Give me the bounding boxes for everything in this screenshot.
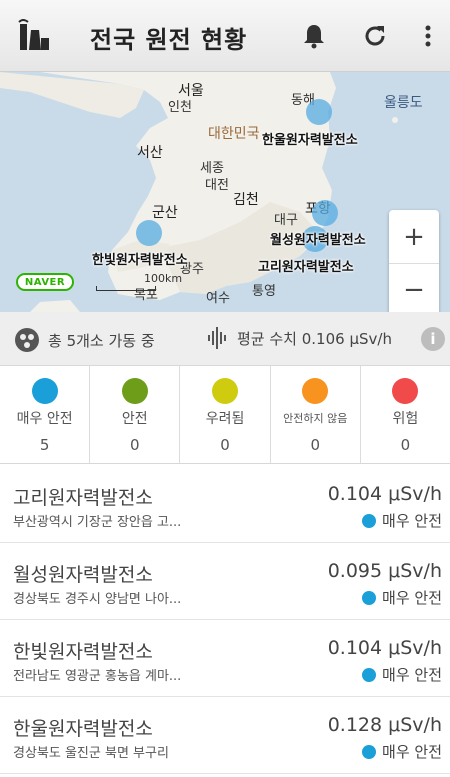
- status-dot: [362, 744, 377, 759]
- level-count: 0: [130, 436, 140, 454]
- map-label-gimcheon: 김천: [233, 192, 259, 208]
- level-label: 안전: [121, 411, 148, 427]
- level-dot: [212, 378, 238, 404]
- status-dot: [362, 667, 377, 682]
- more-vert-icon: [425, 25, 431, 47]
- level-count: 0: [220, 436, 230, 454]
- plant-address: 경상북도 경주시 양남면 나아...: [13, 592, 182, 607]
- map-marker-hanbit[interactable]: [136, 220, 162, 246]
- safety-level-grid: 매우 안전 5 안전 0 우려됨 0 안전하지 않음 0 위험 0: [0, 366, 450, 464]
- status-label: 매우 안전: [382, 666, 442, 684]
- refresh-icon: [365, 26, 385, 46]
- level-count: 0: [310, 436, 320, 454]
- level-concerning[interactable]: 우려됨 0: [180, 366, 271, 463]
- level-unsafe[interactable]: 안전하지 않음 0: [271, 366, 361, 463]
- level-safe[interactable]: 안전 0: [90, 366, 181, 463]
- level-very-safe[interactable]: 매우 안전 5: [0, 366, 91, 463]
- plant-radiation-value: 0.104 μSv/h: [327, 637, 442, 659]
- status-dot: [362, 590, 377, 605]
- plant-name: 한울원자력발전소: [13, 718, 153, 740]
- plant-address: 경상북도 울진군 북면 부구리: [13, 746, 169, 761]
- plant-address: 전라남도 영광군 홍농읍 계마...: [13, 669, 182, 684]
- level-label: 매우 안전: [16, 411, 73, 427]
- naver-logo: NAVER: [16, 273, 74, 291]
- app-bar: 전국 원전 현황: [0, 0, 450, 72]
- level-count: 0: [400, 436, 411, 454]
- zoom-control: + −: [389, 210, 439, 312]
- level-dot: [121, 378, 148, 404]
- level-dot: [302, 378, 329, 404]
- plant-name: 고리원자력발전소: [13, 487, 153, 509]
- map-marker-wolseong[interactable]: [312, 200, 338, 226]
- plant-row-kori[interactable]: 고리원자력발전소 부산광역시 기장군 장안읍 고... 0.104 μSv/h …: [0, 466, 450, 543]
- status-label: 매우 안전: [382, 512, 442, 530]
- summary-bar: 총 5개소 가동 중 평균 수치 0.106 μSv/h i: [0, 312, 450, 366]
- map-view[interactable]: 서울 인천 동해 울릉도 대한민국 서산 세종 대전 김천 군산 포항 대구 광…: [0, 72, 450, 312]
- level-label: 위험: [392, 411, 419, 427]
- map-label-daegu: 대구: [274, 213, 298, 228]
- zoom-out-button[interactable]: −: [389, 263, 439, 312]
- map-plant-label-wolseong[interactable]: 월성원자력발전소: [270, 229, 366, 248]
- map-scale-bar: [96, 286, 156, 291]
- plant-radiation-value: 0.128 μSv/h: [327, 714, 442, 736]
- refresh-button[interactable]: [359, 20, 391, 52]
- operating-count-text: 총 5개소 가동 중: [48, 331, 155, 350]
- radiation-icon: [15, 328, 39, 352]
- plant-radiation-value: 0.095 μSv/h: [327, 560, 442, 582]
- more-options-button[interactable]: [412, 20, 444, 52]
- plant-list: 고리원자력발전소 부산광역시 기장군 장안읍 고... 0.104 μSv/h …: [0, 466, 450, 774]
- map-label-tongyeong: 통영: [252, 284, 276, 299]
- map-label-yeosu: 여수: [206, 291, 230, 306]
- level-label: 우려됨: [205, 411, 245, 427]
- plant-row-wolseong[interactable]: 월성원자력발전소 경상북도 경주시 양남면 나아... 0.095 μSv/h …: [0, 543, 450, 620]
- level-danger[interactable]: 위험 0: [361, 366, 450, 463]
- status-dot: [362, 513, 377, 528]
- plant-status: 매우 안전: [362, 587, 442, 608]
- bell-icon: [304, 25, 324, 49]
- plant-address: 부산광역시 기장군 장안읍 고...: [13, 515, 182, 530]
- map-label-incheon: 인천: [168, 100, 192, 115]
- map-plant-label-hanul[interactable]: 한울원자력발전소: [262, 129, 358, 148]
- info-button[interactable]: i: [421, 327, 445, 351]
- map-label-ulleungdo: 울릉도: [384, 95, 423, 111]
- map-scale: 100km: [96, 272, 183, 291]
- map-scale-label: 100km: [144, 272, 183, 285]
- plant-status: 매우 안전: [362, 510, 442, 531]
- waveform-icon: [208, 327, 226, 349]
- status-label: 매우 안전: [382, 589, 442, 607]
- map-label-gunsan: 군산: [152, 205, 178, 221]
- plant-row-hanbit[interactable]: 한빛원자력발전소 전라남도 영광군 홍농읍 계마... 0.104 μSv/h …: [0, 620, 450, 697]
- level-label: 안전하지 않음: [283, 412, 348, 425]
- plant-status: 매우 안전: [362, 664, 442, 685]
- plant-status: 매우 안전: [362, 741, 442, 762]
- map-label-seosan: 서산: [137, 145, 163, 161]
- average-summary: 평균 수치 0.106 μSv/h: [207, 327, 392, 349]
- map-marker-hanul[interactable]: [306, 99, 332, 125]
- status-label: 매우 안전: [382, 743, 442, 761]
- plant-name: 월성원자력발전소: [13, 564, 153, 586]
- zoom-in-button[interactable]: +: [389, 210, 439, 263]
- level-dot: [31, 378, 58, 404]
- level-dot: [392, 378, 419, 404]
- notifications-button[interactable]: [298, 20, 330, 52]
- plant-row-hanul[interactable]: 한울원자력발전소 경상북도 울진군 북면 부구리 0.128 μSv/h 매우 …: [0, 697, 450, 774]
- plant-radiation-value: 0.104 μSv/h: [327, 483, 442, 505]
- average-value-text: 평균 수치 0.106 μSv/h: [237, 329, 392, 348]
- level-count: 5: [39, 436, 50, 454]
- app-title: 전국 원전 현황: [90, 26, 248, 54]
- map-plant-label-kori[interactable]: 고리원자력발전소: [258, 256, 354, 275]
- map-label-daejeon: 대전: [205, 178, 229, 193]
- power-plant-logo-icon: [17, 18, 51, 52]
- plant-name: 한빛원자력발전소: [13, 641, 153, 663]
- map-plant-label-hanbit[interactable]: 한빛원자력발전소: [92, 249, 188, 268]
- operating-summary: 총 5개소 가동 중: [14, 327, 155, 353]
- map-label-country: 대한민국: [208, 126, 260, 142]
